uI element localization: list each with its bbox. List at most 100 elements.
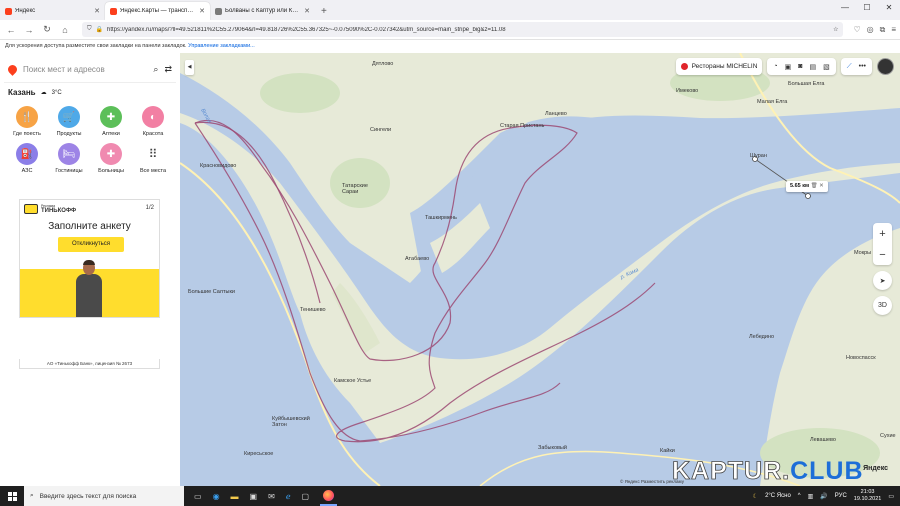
- tinkoff-ad-banner[interactable]: Реклама ТИНЬКОФФ 1/2 Заполните анкету От…: [19, 199, 160, 318]
- reload-icon[interactable]: ↻: [40, 24, 54, 35]
- chat-icon[interactable]: ▢: [302, 492, 310, 501]
- close-tab-icon[interactable]: ✕: [94, 7, 100, 15]
- language-indicator[interactable]: РУС: [835, 493, 847, 499]
- category-groceries[interactable]: 🛒 Продукты: [48, 106, 90, 137]
- address-bar[interactable]: ⛉ 🔒 https://yandex.ru/maps/?ll=49.521811…: [82, 22, 844, 37]
- my-location-button[interactable]: ➤: [873, 271, 892, 290]
- place-label: Старая Пристань: [500, 123, 545, 129]
- firefox-icon: [323, 489, 335, 501]
- forward-icon[interactable]: →: [22, 25, 36, 35]
- search-icon: ⌕: [30, 492, 34, 499]
- map-canvas[interactable]: ◀ Рестораны MICHELIN ◔ ▣ ◙ ▤ ▧ ⟋ ••• + −: [180, 53, 900, 486]
- navigation-bar: ← → ↻ ⌂ ⛉ 🔒 https://yandex.ru/maps/?ll=4…: [0, 20, 900, 40]
- place-label: Сингели: [370, 127, 392, 133]
- category-hotels[interactable]: 🛏 Гостиницы: [48, 143, 90, 174]
- minimize-icon[interactable]: —: [834, 0, 856, 16]
- close-tab-icon[interactable]: ✕: [199, 7, 205, 15]
- weather-sun-icon[interactable]: ☾: [753, 493, 758, 500]
- store-icon[interactable]: ▣: [250, 492, 258, 501]
- tinkoff-shield-icon: [24, 204, 38, 214]
- maximize-icon[interactable]: ☐: [856, 0, 878, 16]
- ie-icon[interactable]: ℯ: [286, 492, 291, 501]
- close-window-icon[interactable]: ✕: [878, 0, 900, 16]
- category-hospitals[interactable]: ✚ Больницы: [90, 143, 132, 174]
- delete-measure-icon[interactable]: 🗑 ✕: [811, 183, 824, 189]
- account-icon[interactable]: ◎: [867, 25, 874, 35]
- shield-icon[interactable]: ⛉: [87, 26, 92, 33]
- cloud-icon: ☁: [40, 90, 47, 96]
- beauty-icon: ◐: [142, 106, 164, 128]
- map-copyright[interactable]: © Яндекс Разместить рекламу: [620, 479, 684, 484]
- category-all-places[interactable]: ⠿ Все места: [132, 143, 174, 174]
- place-label: Большая Елга: [788, 81, 825, 87]
- city-name[interactable]: Казань: [8, 88, 36, 97]
- layers-icon[interactable]: ▧: [823, 63, 830, 71]
- new-tab-button[interactable]: +: [315, 2, 333, 20]
- michelin-restaurants-chip[interactable]: Рестораны MICHELIN: [675, 58, 763, 75]
- url-text[interactable]: https://yandex.ru/maps/?ll=49.521811%2C5…: [107, 27, 829, 33]
- bookmark-star-icon[interactable]: ☆: [833, 26, 838, 33]
- place-label: Кайки: [660, 448, 675, 454]
- place-label: Большие Салтыки: [188, 289, 235, 295]
- 3d-button[interactable]: 3D: [873, 296, 892, 315]
- clock[interactable]: 21:03 19.10.2021: [854, 489, 882, 503]
- lock-icon[interactable]: 🔒: [96, 26, 103, 33]
- start-button[interactable]: [0, 491, 24, 501]
- zoom-in-icon[interactable]: +: [879, 228, 885, 240]
- search-input[interactable]: Поиск мест и адресов: [23, 65, 147, 74]
- avatar[interactable]: [877, 58, 894, 75]
- place-label: Новоспасск: [846, 355, 876, 361]
- ad-photo: [20, 260, 159, 317]
- category-label: Больницы: [98, 168, 124, 174]
- tab-yandex-maps[interactable]: Яндекс.Карты — транспорт, н ✕: [105, 2, 210, 20]
- tab-yandex[interactable]: Яндекс ✕: [0, 2, 105, 20]
- yandex-maps-favicon-icon: [110, 7, 117, 15]
- search-icon[interactable]: ⌕: [153, 64, 158, 75]
- tab-kaptur-forum[interactable]: Болваны с Каптур или Крета ✕: [210, 2, 315, 20]
- explorer-icon[interactable]: ▬: [231, 492, 239, 501]
- pocket-icon[interactable]: ♡: [853, 25, 860, 35]
- route-icon[interactable]: ⇄: [164, 64, 172, 75]
- task-view-icon[interactable]: ▭: [194, 492, 202, 501]
- back-icon[interactable]: ←: [4, 25, 18, 35]
- category-label: Продукты: [56, 131, 82, 137]
- ad-respond-button[interactable]: Откликнуться: [58, 237, 124, 252]
- place-label: Имеково: [676, 88, 699, 94]
- category-beauty[interactable]: ◐ Красота: [132, 106, 174, 137]
- more-icon[interactable]: •••: [859, 63, 866, 70]
- category-food[interactable]: 🍴 Где поесть: [6, 106, 48, 137]
- zoom-control: + −: [873, 223, 892, 265]
- mail-icon[interactable]: ✉: [268, 492, 275, 501]
- yandex-map-brand: Яндекс: [863, 465, 888, 472]
- camera-icon[interactable]: ◙: [798, 63, 802, 70]
- place-label: Дятлово: [372, 61, 394, 67]
- bus-icon[interactable]: ▤: [809, 63, 816, 71]
- ruler-point: [805, 193, 811, 199]
- collapse-sidebar-button[interactable]: ◀: [185, 60, 194, 75]
- taskbar-search[interactable]: ⌕ Введите здесь текст для поиска: [24, 486, 184, 506]
- place-search-box[interactable]: Поиск мест и адресов ⌕ ⇄: [4, 57, 176, 83]
- edge-icon[interactable]: ◉: [213, 492, 220, 501]
- category-fuel[interactable]: ⛽ АЗС: [6, 143, 48, 174]
- tray-arrow-icon[interactable]: ^: [798, 493, 801, 499]
- taskbar-search-input[interactable]: Введите здесь текст для поиска: [40, 493, 137, 500]
- manage-bookmarks-link[interactable]: Управление закладками...: [188, 43, 255, 49]
- category-label: АЗС: [21, 168, 33, 174]
- tray-weather[interactable]: 2°C Ясно: [765, 493, 791, 499]
- close-tab-icon[interactable]: ✕: [304, 7, 310, 15]
- hospital-icon: ✚: [100, 143, 122, 165]
- network-icon[interactable]: ▥: [808, 493, 814, 500]
- menu-icon[interactable]: ≡: [891, 25, 896, 35]
- panorama-icon[interactable]: ▣: [785, 63, 792, 71]
- location-arrow-icon: ➤: [879, 277, 886, 285]
- category-pharmacy[interactable]: ✚ Аптеки: [90, 106, 132, 137]
- zoom-out-icon[interactable]: −: [879, 249, 885, 261]
- ruler-icon[interactable]: ⟋: [847, 63, 852, 71]
- firefox-taskbar-button[interactable]: [320, 486, 338, 506]
- traffic-icon[interactable]: ◔: [773, 63, 777, 70]
- extension-icon[interactable]: ⧉: [880, 25, 886, 35]
- place-label: Забыковый: [538, 445, 567, 451]
- home-icon[interactable]: ⌂: [58, 25, 72, 35]
- volume-icon[interactable]: 🔊: [820, 493, 827, 500]
- notifications-icon[interactable]: ▭: [888, 493, 894, 500]
